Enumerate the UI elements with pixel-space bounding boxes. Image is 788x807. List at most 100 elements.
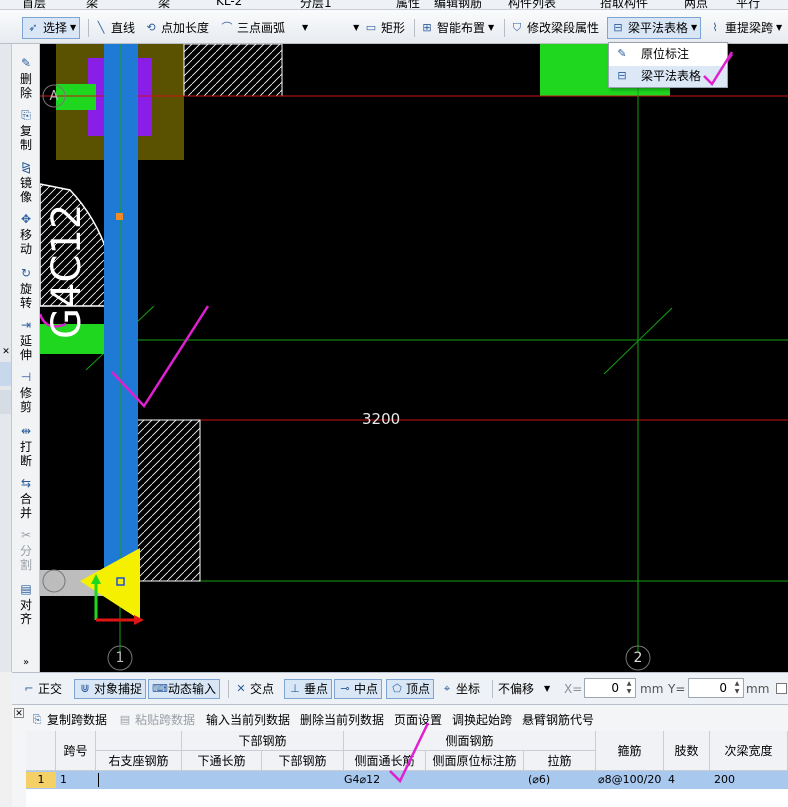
tool-copy-button[interactable]: ⎘ 复 制 [12,108,40,152]
copy-span-data-button[interactable]: ⎘ 复制跨数据 [30,711,107,728]
tool-label: 旋 转 [19,282,32,310]
tool-mirror-button[interactable]: ⧎ 镜 像 [12,160,40,204]
x-label: X= [564,682,583,696]
toolbar-divider [88,19,89,37]
type-select[interactable]: 梁 [86,0,98,9]
input-column-data-button[interactable]: 输入当前列数据 [206,711,290,728]
offset-mode-select[interactable]: 不偏移 ▼ [498,679,550,699]
tool-move-button[interactable]: ✥ 移 动 [12,212,40,256]
paste-span-data-button[interactable]: ▤ 粘贴跨数据 [118,711,195,728]
chevron-down-icon[interactable]: ▼ [776,18,782,38]
tool-label: 复 制 [19,124,32,152]
span-cell[interactable]: 1 [60,772,67,788]
more-tools-icon[interactable]: » [12,656,40,670]
filter-icon: ⛉ [512,21,522,34]
swap-start-span-button[interactable]: 调换起始跨 [452,711,512,728]
span-no-header: 跨号 [56,731,96,771]
smart-layout-button[interactable]: ⊞ 智能布置 ▼ [420,17,494,39]
y-coordinate-input[interactable]: 0 ▲ ▼ [688,678,744,698]
text-cursor [98,773,99,787]
spinner-icon[interactable]: ▲ ▼ [624,680,634,696]
tool-merge-button[interactable]: ⇆ 合 并 [12,476,40,520]
tool-rotate-button[interactable]: ↻ 旋 转 [12,266,40,310]
stirrup-header: 箍筋 [596,731,664,771]
layer-select[interactable]: 分层1 [300,0,332,9]
cantilever-rebar-code-button[interactable]: 悬臂钢筋代号 [522,711,594,728]
select-button[interactable]: ➶ 选择 ▼ [22,17,81,39]
selected-beam[interactable] [104,44,138,574]
axis-label-2: 2 [633,650,643,666]
chevron-down-icon[interactable]: ▼ [353,18,359,38]
legs-cell[interactable]: 4 [668,772,675,788]
beam-table-button[interactable]: ⊟ 梁平法表格 ▼ [607,17,702,39]
tie-header: 拉筋 [524,751,596,771]
component-list-button[interactable]: 构件列表 [508,0,556,9]
edit-rebar-button[interactable]: 编辑钢筋 [434,0,482,9]
side-through-cell[interactable]: G4⌀12 [344,772,380,788]
midpoint-snap[interactable]: ⊸ 中点 [334,679,383,699]
rect-icon: ▭ [365,21,377,34]
parallel-button[interactable]: 平行 [736,0,760,9]
keyboard-icon: ⌨ [152,682,168,695]
x-coordinate-input[interactable]: 0 ▲ ▼ [584,678,636,698]
close-icon[interactable]: ✕ [1,346,11,358]
grip-handle[interactable] [116,213,123,220]
point-length-button[interactable]: ⟲ 点加长度 [144,17,209,39]
copy-icon: ⎘ [21,108,31,122]
tool-label: 分 割 [19,544,32,572]
coordinate-snap[interactable]: ⌖ 坐标 [440,679,480,699]
magnet-icon: ⋓ [80,682,90,695]
chevron-down-icon[interactable]: ▼ [488,18,494,38]
vertex-snap[interactable]: ⬠ 顶点 [386,679,435,699]
chevron-down-icon[interactable]: ▼ [70,18,76,38]
hatched-wall [183,44,283,97]
drawing-canvas[interactable]: A A 1 2 3200 G4C12 [40,44,788,672]
reextract-span-button[interactable]: ⌇ 重提梁跨 ▼ [708,17,782,39]
tool-extend-button[interactable]: ⇥ 延 伸 [12,318,40,362]
point-length-icon: ⟲ [146,21,156,34]
pick-component-button[interactable]: 拾取构件 [600,0,648,9]
tool-align-button[interactable]: ▤ 对 齐 [12,582,40,626]
chevron-down-icon[interactable]: ▼ [302,18,308,38]
tool-label: 修 剪 [19,386,32,414]
checkbox[interactable] [776,683,787,694]
properties-button[interactable]: 属性 [396,0,420,9]
tie-cell[interactable]: (⌀6) [528,772,550,788]
chevron-down-icon[interactable]: ▼ [691,18,697,38]
arc-icon: ⌒ [221,21,233,34]
tool-break-button[interactable]: ⇹ 打 断 [12,424,40,468]
object-snap-toggle[interactable]: ⋓ 对象捕捉 [74,679,147,699]
stirrup-cell[interactable]: ⌀8@100/20 [598,772,661,788]
line-button[interactable]: ╲ 直线 [94,17,135,39]
floor-select[interactable]: 首层 [22,0,46,9]
merge-icon: ⇆ [20,476,32,490]
tool-delete-button[interactable]: ✎ 删 除 [12,56,40,100]
statusbar-divider [492,680,493,698]
tool-label: 删 除 [19,72,32,100]
tool-trim-button[interactable]: ⊣ 修 剪 [12,370,40,414]
beam-table: 跨号 下部钢筋 侧面钢筋 箍筋 肢数 次梁宽度 右支座钢筋 下通长筋 下部钢筋 … [26,722,788,807]
dock-tab[interactable] [0,362,11,386]
ortho-toggle[interactable]: ⌐ 正交 [22,679,62,699]
split-icon: ✂ [20,528,32,542]
subtype-select[interactable]: 梁 [158,0,170,9]
intersection-snap[interactable]: ✕ 交点 [234,679,274,699]
legs-header: 肢数 [664,731,710,771]
ortho-icon: ⌐ [24,682,34,695]
component-select[interactable]: KL-2 [216,0,242,8]
table-icon: ⊟ [613,21,623,34]
delete-column-data-button[interactable]: 删除当前列数据 [300,711,384,728]
dynamic-input-toggle[interactable]: ⌨ 动态输入 [148,679,221,699]
rect-button[interactable]: ▭ 矩形 [364,17,405,39]
break-icon: ⇹ [20,424,32,438]
rebar-label: G4C12 [44,203,90,339]
modify-span-props-button[interactable]: ⛉ 修改梁段属性 [510,17,599,39]
cursor-icon: ➶ [28,21,38,34]
perpendicular-snap[interactable]: ⊥ 垂点 [284,679,333,699]
tool-split-button[interactable]: ✂ 分 割 [12,528,40,572]
sub-beam-width-cell[interactable]: 200 [714,772,735,788]
two-point-button[interactable]: 两点 [684,0,708,9]
spinner-icon[interactable]: ▲ ▼ [732,680,742,696]
dock-tab[interactable] [0,390,11,414]
three-point-arc-button[interactable]: ⌒ 三点画弧 ▼ ▼ [220,17,360,39]
